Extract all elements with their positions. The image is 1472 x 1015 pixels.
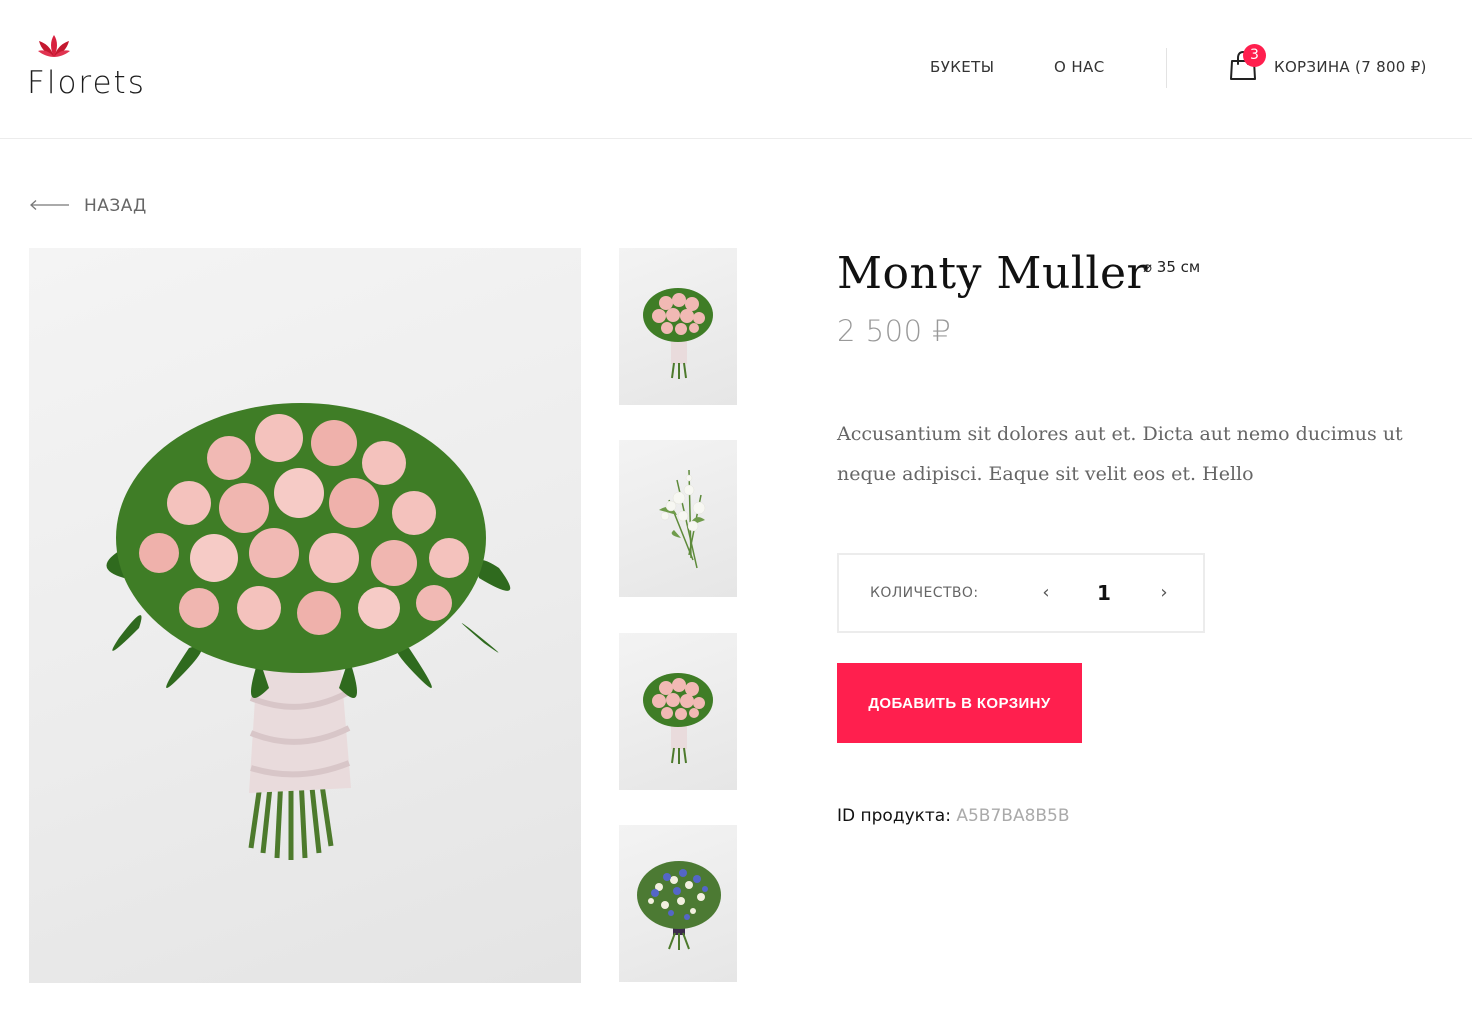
lotus-icon <box>38 35 70 57</box>
cart-count-badge: 3 <box>1243 44 1266 67</box>
header-divider <box>1166 48 1167 88</box>
product-price: 2 500 ₽ <box>837 314 952 348</box>
nav-about[interactable]: О НАС <box>1054 58 1105 76</box>
quantity-label: КОЛИЧЕСТВО: <box>870 585 979 601</box>
add-to-cart-button[interactable]: ДОБАВИТЬ В КОРЗИНУ <box>837 663 1082 743</box>
product-id-label: ID продукта: <box>837 806 951 826</box>
cart-link[interactable]: 3 КОРЗИНА (7 800 ₽) <box>1228 44 1438 88</box>
product-id: ID продукта: A5B7BA8B5B <box>837 806 1070 826</box>
bouquet-thumbnail-image <box>659 469 706 569</box>
product-title: Monty Muller <box>837 248 1149 299</box>
product-description: Accusantium sit dolores aut et. Dicta au… <box>837 423 1403 485</box>
back-label: НАЗАД <box>84 196 147 216</box>
thumbnail-1[interactable] <box>619 248 737 405</box>
nav-bouquets[interactable]: БУКЕТЫ <box>930 58 994 76</box>
quantity-increase-button[interactable]: › <box>1153 579 1175 607</box>
thumbnail-4[interactable] <box>619 825 737 982</box>
quantity-selector: КОЛИЧЕСТВО: ‹ 1 › <box>837 553 1205 633</box>
thumbnail-3[interactable] <box>619 633 737 790</box>
site-logo[interactable]: Florets <box>27 33 157 103</box>
quantity-value[interactable]: 1 <box>1089 579 1119 607</box>
arrow-left-icon <box>30 200 69 210</box>
site-header: Florets БУКЕТЫ О НАС 3 КОРЗИНА (7 800 ₽) <box>0 0 1472 139</box>
product-size: ⌀ 35 см <box>1143 258 1201 276</box>
quantity-decrease-button[interactable]: ‹ <box>1035 579 1057 607</box>
product-main-image <box>29 248 581 983</box>
bouquet-thumbnail-image <box>643 673 713 764</box>
bouquet-image <box>106 403 511 860</box>
bouquet-thumbnail-image <box>643 288 713 379</box>
logo-text: Florets <box>27 65 146 101</box>
bouquet-thumbnail-image <box>637 861 721 950</box>
cart-label: КОРЗИНА (7 800 ₽) <box>1274 58 1427 76</box>
thumbnail-2[interactable] <box>619 440 737 597</box>
product-id-value: A5B7BA8B5B <box>956 806 1070 826</box>
